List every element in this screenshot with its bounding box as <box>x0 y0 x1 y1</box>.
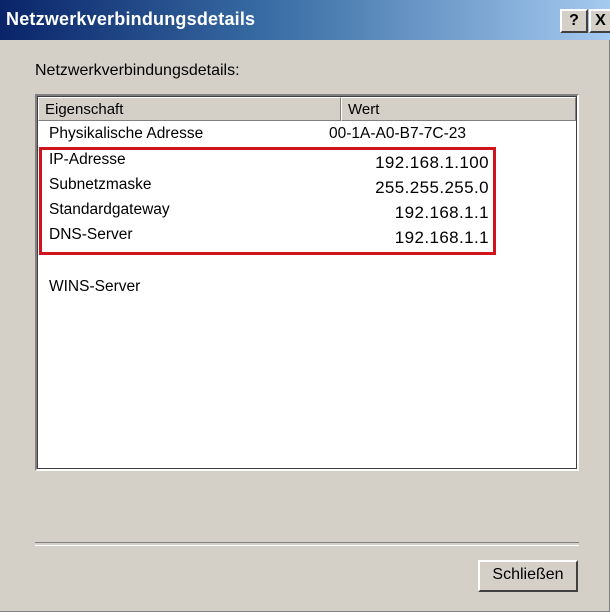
value-cell: 255.255.255.0 <box>375 178 489 197</box>
dialog-window: Netzwerkverbindungsdetails ? X Netzwerkv… <box>0 0 610 612</box>
value-cell: 192.168.1.1 <box>394 228 489 247</box>
window-title: Netzwerkverbindungsdetails <box>6 9 256 29</box>
column-header-property[interactable]: Eigenschaft <box>38 97 341 121</box>
property-cell: IP-Adresse <box>49 151 126 168</box>
section-label: Netzwerkverbindungsdetails: <box>35 62 240 79</box>
separator <box>35 542 579 546</box>
close-icon: X <box>595 12 606 29</box>
property-cell: Standardgateway <box>49 201 170 218</box>
value-cell: 00-1A-A0-B7-7C-23 <box>329 125 466 142</box>
details-list[interactable]: Eigenschaft Wert Physikalische Adresse 0… <box>35 94 579 471</box>
column-header-value[interactable]: Wert <box>341 97 576 121</box>
property-cell: Subnetzmaske <box>49 176 152 193</box>
list-header: Eigenschaft Wert <box>38 97 576 121</box>
title-bar[interactable]: Netzwerkverbindungsdetails ? X <box>0 0 610 40</box>
close-window-button[interactable]: X <box>589 9 610 33</box>
property-cell: WINS-Server <box>49 278 141 295</box>
help-icon: ? <box>569 12 579 29</box>
property-cell: DNS-Server <box>49 226 133 243</box>
close-button[interactable]: Schließen <box>478 560 578 592</box>
value-cell: 192.168.1.100 <box>375 153 489 172</box>
value-cell: 192.168.1.1 <box>394 203 489 222</box>
help-button[interactable]: ? <box>560 9 588 33</box>
property-cell: Physikalische Adresse <box>49 125 204 142</box>
